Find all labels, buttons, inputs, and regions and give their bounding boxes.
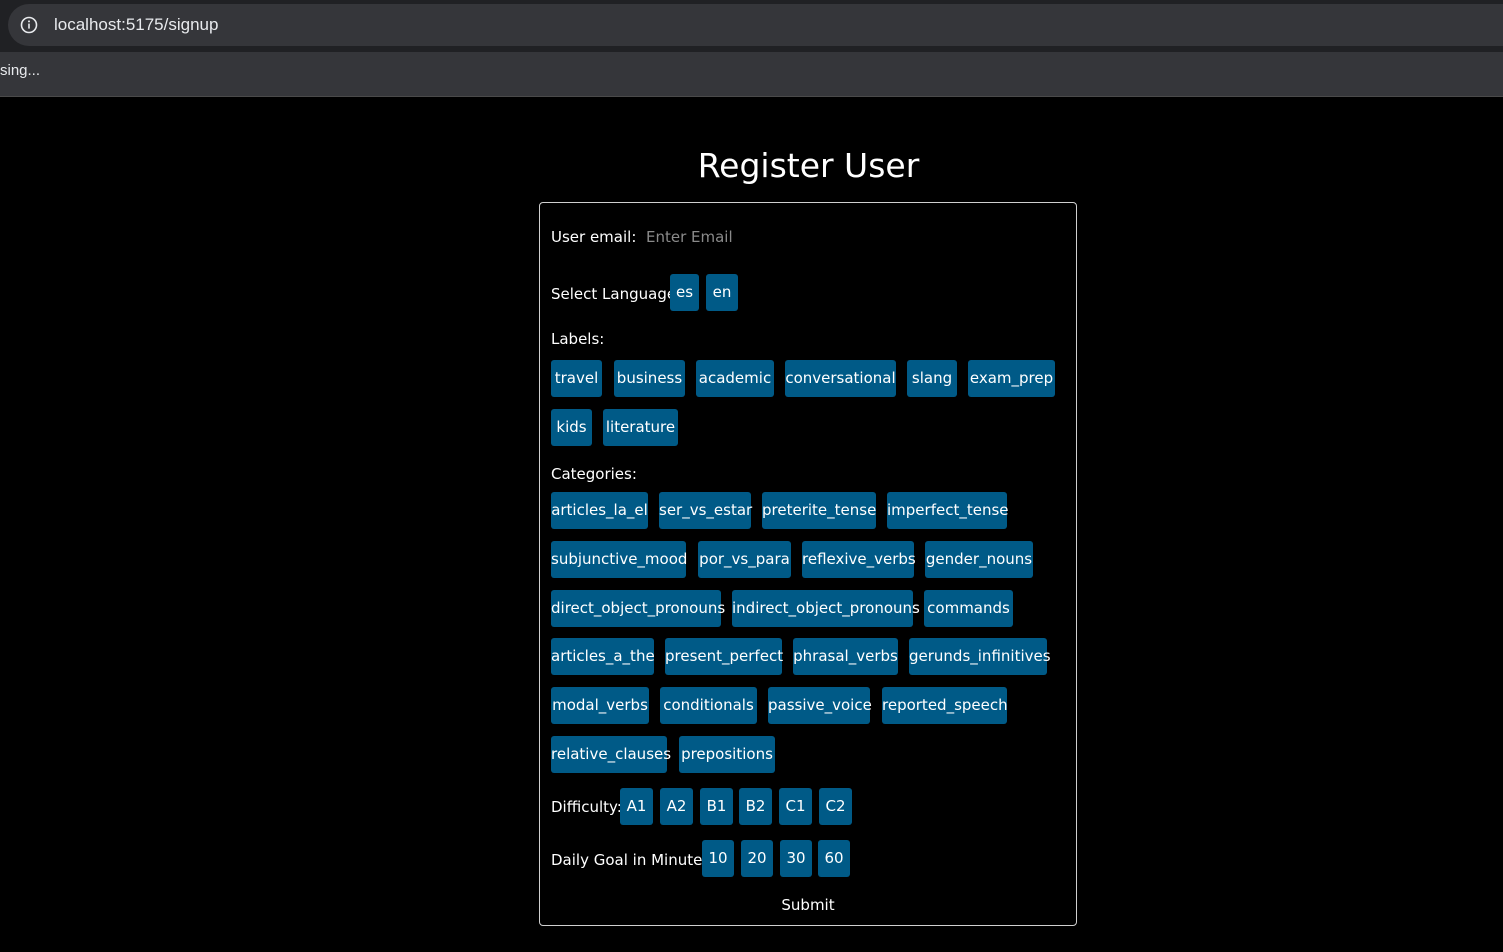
url-field[interactable]: localhost:5175/signup bbox=[8, 4, 1503, 46]
difficulty-option-c2[interactable]: C2 bbox=[819, 788, 852, 825]
register-form: User email: Select Language: es en Label… bbox=[539, 202, 1077, 926]
category-option[interactable]: modal_verbs bbox=[551, 687, 649, 724]
language-option-es[interactable]: es bbox=[670, 274, 699, 311]
difficulty-option-b1[interactable]: B1 bbox=[700, 788, 733, 825]
goal-option-60[interactable]: 60 bbox=[818, 840, 850, 877]
category-option[interactable]: phrasal_verbs bbox=[793, 638, 898, 675]
category-option[interactable]: imperfect_tense bbox=[887, 492, 1009, 529]
submit-button[interactable]: Submit bbox=[540, 893, 1076, 917]
browser-address-bar: localhost:5175/signup bbox=[0, 0, 1503, 52]
category-option[interactable]: prepositions bbox=[679, 736, 775, 773]
category-option[interactable]: subjunctive_mood bbox=[551, 541, 687, 578]
bookmark-item[interactable]: sing... bbox=[0, 62, 40, 79]
label-option-slang[interactable]: slang bbox=[907, 360, 957, 397]
category-option[interactable]: ser_vs_estar bbox=[659, 492, 752, 529]
label-option-kids[interactable]: kids bbox=[551, 409, 592, 446]
difficulty-option-c1[interactable]: C1 bbox=[779, 788, 812, 825]
email-input[interactable] bbox=[638, 223, 938, 251]
category-option[interactable]: direct_object_pronouns bbox=[551, 590, 725, 627]
labels-label: Labels: bbox=[551, 330, 605, 348]
goal-option-30[interactable]: 30 bbox=[780, 840, 812, 877]
difficulty-option-a1[interactable]: A1 bbox=[620, 788, 653, 825]
label-option-business[interactable]: business bbox=[614, 360, 685, 397]
category-option[interactable]: indirect_object_pronouns bbox=[732, 590, 920, 627]
difficulty-option-a2[interactable]: A2 bbox=[660, 788, 693, 825]
daily-goal-label: Daily Goal in Minutes: bbox=[551, 851, 716, 869]
category-option[interactable]: passive_voice bbox=[768, 687, 872, 724]
categories-label: Categories: bbox=[551, 465, 637, 483]
difficulty-option-b2[interactable]: B2 bbox=[739, 788, 772, 825]
category-option[interactable]: gender_nouns bbox=[925, 541, 1033, 578]
category-option[interactable]: relative_clauses bbox=[551, 736, 671, 773]
category-option[interactable]: preterite_tense bbox=[762, 492, 876, 529]
language-label: Select Language: bbox=[551, 285, 682, 303]
category-option[interactable]: conditionals bbox=[660, 687, 757, 724]
category-option[interactable]: articles_la_el bbox=[551, 492, 648, 529]
bookmarks-bar: sing... bbox=[0, 52, 1503, 97]
page-title: Register User bbox=[697, 146, 920, 185]
category-option[interactable]: articles_a_the bbox=[551, 638, 655, 675]
category-option[interactable]: reflexive_verbs bbox=[802, 541, 916, 578]
label-option-exam-prep[interactable]: exam_prep bbox=[968, 360, 1055, 397]
email-label: User email: bbox=[551, 228, 637, 246]
label-option-academic[interactable]: academic bbox=[696, 360, 774, 397]
url-text: localhost:5175/signup bbox=[54, 15, 219, 34]
category-option[interactable]: commands bbox=[924, 590, 1013, 627]
category-option[interactable]: present_perfect bbox=[665, 638, 783, 675]
label-option-travel[interactable]: travel bbox=[551, 360, 602, 397]
goal-option-20[interactable]: 20 bbox=[741, 840, 773, 877]
language-option-en[interactable]: en bbox=[706, 274, 738, 311]
label-option-conversational[interactable]: conversational bbox=[785, 360, 896, 397]
info-icon[interactable] bbox=[20, 16, 38, 34]
category-option[interactable]: por_vs_para bbox=[698, 541, 791, 578]
label-option-literature[interactable]: literature bbox=[603, 409, 678, 446]
difficulty-label: Difficulty: bbox=[551, 798, 622, 816]
category-option[interactable]: gerunds_infinitives bbox=[909, 638, 1051, 675]
goal-option-10[interactable]: 10 bbox=[702, 840, 734, 877]
category-option[interactable]: reported_speech bbox=[882, 687, 1008, 724]
